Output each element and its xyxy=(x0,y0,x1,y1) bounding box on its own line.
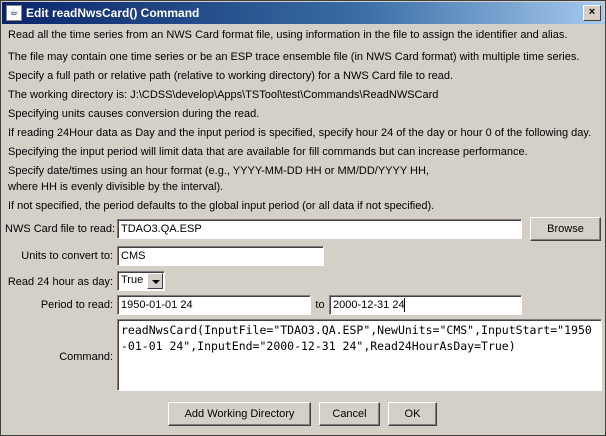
info-line: where HH is evenly divisible by the inte… xyxy=(8,181,224,193)
read24-value: True xyxy=(121,274,144,286)
info-line: If reading 24Hour data as Day and the in… xyxy=(8,127,592,139)
info-line: The file may contain one time series or … xyxy=(8,51,580,63)
read24-select[interactable]: True xyxy=(117,271,165,291)
card-file-input[interactable]: TDAO3.QA.ESP xyxy=(117,219,522,239)
info-line: The working directory is: J:\CDSS\develo… xyxy=(8,89,439,101)
period-end-input[interactable]: 2000-12-31 24 xyxy=(329,295,522,315)
units-label: Units to convert to: xyxy=(21,250,113,262)
command-label: Command: xyxy=(59,351,113,363)
info-line: Specifying the input period will limit d… xyxy=(8,146,528,158)
dialog-window: ☕ Edit readNwsCard() Command × Read all … xyxy=(0,0,606,436)
info-line: Specify a full path or relative path (re… xyxy=(8,70,454,82)
app-icon: ☕ xyxy=(6,5,22,21)
cancel-button[interactable]: Cancel xyxy=(319,402,380,426)
info-line: If not specified, the period defaults to… xyxy=(8,200,435,212)
command-textarea[interactable]: readNwsCard(InputFile="TDAO3.QA.ESP",New… xyxy=(117,319,602,391)
browse-button[interactable]: Browse xyxy=(530,217,601,241)
period-label: Period to read: xyxy=(40,299,113,311)
card-file-label: NWS Card file to read: xyxy=(5,223,116,235)
read24-label: Read 24 hour as day: xyxy=(7,276,113,288)
info-line: Specify date/times using an hour format … xyxy=(8,165,429,177)
units-input[interactable]: CMS xyxy=(117,246,324,266)
chevron-down-icon[interactable] xyxy=(147,273,163,289)
window-title: Edit readNwsCard() Command xyxy=(26,6,200,20)
period-to-label: to xyxy=(315,299,325,311)
add-working-directory-button[interactable]: Add Working Directory xyxy=(168,402,311,426)
ok-button[interactable]: OK xyxy=(388,402,437,426)
info-line: Specifying units causes conversion durin… xyxy=(8,108,260,120)
title-bar[interactable]: ☕ Edit readNwsCard() Command × xyxy=(2,2,604,24)
period-start-input[interactable]: 1950-01-01 24 xyxy=(117,295,311,315)
text-caret xyxy=(404,298,405,312)
info-line: Read all the time series from an NWS Car… xyxy=(8,29,568,41)
close-button[interactable]: × xyxy=(583,5,601,21)
